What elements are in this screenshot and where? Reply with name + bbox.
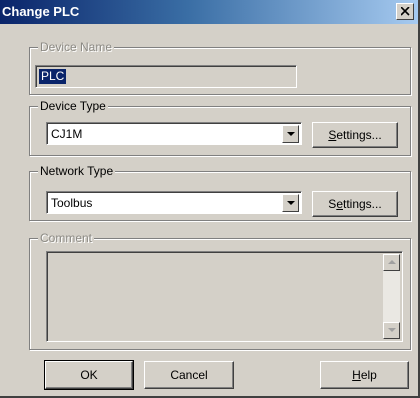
window-title: Change PLC [2, 4, 80, 19]
arrow-up-icon [388, 260, 396, 264]
close-button[interactable] [396, 3, 414, 20]
device-type-value: CJ1M [51, 127, 83, 141]
device-name-legend: Device Name [38, 40, 115, 54]
device-type-dropdown-button[interactable] [282, 125, 299, 143]
change-plc-dialog: Change PLC Device Name PLC Device Type C… [0, 0, 420, 398]
device-type-legend: Device Type [38, 99, 108, 113]
scroll-up-button[interactable] [383, 254, 400, 271]
help-mnemonic: H [352, 368, 361, 382]
cancel-button[interactable]: Cancel [144, 361, 234, 389]
chevron-down-icon [287, 132, 295, 136]
help-button[interactable]: Help [320, 361, 409, 389]
device-type-group: Device Type CJ1M Settings... [29, 99, 411, 156]
title-bar[interactable]: Change PLC [0, 0, 418, 24]
network-type-group: Network Type Toolbus Settings... [29, 164, 411, 221]
network-type-settings-button[interactable]: Settings... [312, 191, 398, 217]
device-type-settings-button[interactable]: Settings... [312, 122, 398, 148]
network-type-select[interactable]: Toolbus [46, 191, 302, 214]
network-type-legend: Network Type [38, 164, 116, 178]
settings-mnemonic: e [336, 197, 343, 211]
network-type-dropdown-button[interactable] [282, 194, 299, 212]
device-name-value: PLC [39, 69, 67, 84]
comment-textarea[interactable] [46, 251, 403, 342]
close-icon [401, 7, 410, 16]
comment-legend: Comment [38, 231, 95, 245]
device-type-select[interactable]: CJ1M [46, 122, 302, 145]
device-name-group: Device Name PLC [29, 40, 411, 95]
comment-scrollbar[interactable] [383, 254, 400, 339]
arrow-down-icon [388, 328, 396, 332]
scroll-down-button[interactable] [383, 322, 400, 339]
comment-group: Comment [29, 231, 411, 350]
chevron-down-icon [287, 201, 295, 205]
ok-button[interactable]: OK [44, 360, 134, 390]
device-name-input[interactable]: PLC [35, 65, 297, 88]
network-type-value: Toolbus [51, 196, 93, 210]
